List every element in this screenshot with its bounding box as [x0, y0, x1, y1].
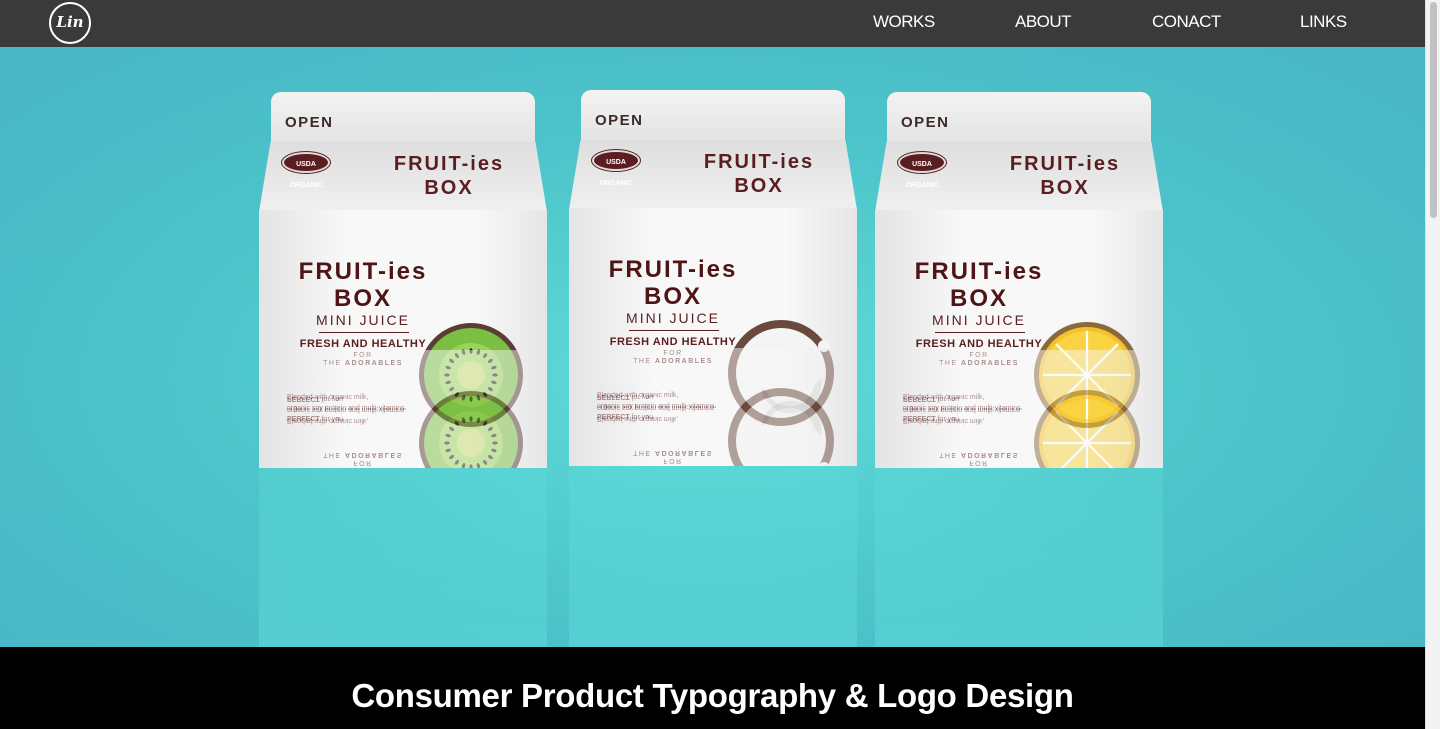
carton-reflection: OPEN USDA ORGANIC FRUIT-ies BOX FRUIT-ie…: [569, 226, 857, 466]
reflected-adorables-bold: ADORABLES: [961, 451, 1019, 458]
juice-carton-2: OPEN USDA ORGANIC FRUIT-ies BOX FRUIT-ie…: [569, 90, 857, 647]
caption-bar: Consumer Product Typography & Logo Desig…: [0, 647, 1425, 729]
reflection-fade: [875, 468, 1163, 647]
brand-top-line: FRUIT-ies: [393, 153, 505, 175]
reflected-coconut-icon: [728, 388, 834, 466]
reflected-desc-line-3: PERFECT for you.: [903, 393, 1053, 404]
reflected-desc-line-1: Blended with organic milk,: [903, 417, 985, 424]
reflected-desc-bold: PERFECT: [287, 395, 320, 402]
brand-bottom-line: BOX: [1040, 177, 1090, 199]
brand-bottom-line: BOX: [734, 175, 784, 197]
hero-product-image: OPEN USDA ORGANIC FRUIT-ies BOX FRUIT-ie…: [0, 47, 1425, 647]
top-navbar: Lin WORKS ABOUT CONACT LINKS: [0, 0, 1425, 47]
reflected-desc-line-2: organic soy protein and multi-vitamins.: [287, 406, 407, 413]
carton-open-label: OPEN: [285, 114, 334, 131]
reflected-kiwi-icon: [419, 391, 523, 468]
logo-link[interactable]: Lin: [49, 2, 91, 44]
project-caption: Consumer Product Typography & Logo Desig…: [351, 677, 1074, 714]
nav-link-works[interactable]: WORKS: [873, 12, 935, 32]
brand-top-line: FRUIT-ies: [703, 151, 815, 173]
carton-brand-top: FRUIT-ies BOX: [995, 152, 1135, 200]
usda-organic-seal-icon: USDA ORGANIC: [898, 152, 946, 189]
carton-open-label: OPEN: [901, 114, 950, 131]
reflected-desc-bold: PERFECT: [903, 395, 936, 402]
reflected-lemon-icon: [1034, 390, 1140, 468]
carton-brand-top: FRUIT-ies BOX: [379, 152, 519, 200]
nav-link-about[interactable]: ABOUT: [1015, 12, 1072, 32]
carton-reflection: OPEN USDA ORGANIC FRUIT-ies BOX FRUIT-ie…: [259, 228, 547, 468]
reflected-adorables-bold: ADORABLES: [655, 449, 713, 456]
nav-link-contact[interactable]: CONACT: [1152, 12, 1221, 32]
carton-reflection: OPEN USDA ORGANIC FRUIT-ies BOX FRUIT-ie…: [875, 228, 1163, 468]
juice-carton-1: OPEN USDA ORGANIC FRUIT-ies BOX FRUIT-ie…: [259, 92, 547, 647]
reflected-desc-tail: for you.: [629, 393, 655, 400]
usda-organic-seal-icon: USDA ORGANIC: [592, 150, 640, 187]
reflected-desc-tail: for you.: [935, 395, 961, 402]
scrollbar-thumb[interactable]: [1430, 2, 1437, 218]
reflected-adorables-bold: ADORABLES: [345, 451, 403, 458]
reflection-fade: [259, 468, 547, 647]
reflected-desc-line-1: Blended with organic milk,: [287, 417, 369, 424]
reflected-adorables-prefix: THE: [939, 451, 962, 458]
brand-bottom-line: BOX: [424, 177, 474, 199]
reflected-desc-line-2: organic soy protein and multi-vitamins.: [597, 404, 717, 411]
reflected-carton-description: Blended with organic milk, organic soy p…: [903, 393, 1053, 426]
carton-open-label: OPEN: [595, 112, 644, 129]
juice-carton-3: OPEN USDA ORGANIC FRUIT-ies BOX FRUIT-ie…: [875, 92, 1163, 647]
reflected-adorables-prefix: THE: [323, 451, 346, 458]
reflected-adorables-prefix: THE: [633, 449, 656, 456]
carton-brand-top: FRUIT-ies BOX: [689, 150, 829, 198]
reflected-desc-tail: for you.: [319, 395, 345, 402]
reflection-fade: [569, 466, 857, 647]
reflected-desc-line-3: PERFECT for you.: [597, 391, 747, 402]
reflected-carton-description: Blended with organic milk, organic soy p…: [597, 391, 747, 424]
page-scrollbar[interactable]: [1425, 0, 1440, 729]
reflected-desc-line-3: PERFECT for you.: [287, 393, 437, 404]
usda-organic-seal-icon: USDA ORGANIC: [282, 152, 330, 189]
reflected-desc-line-2: organic soy protein and multi-vitamins.: [903, 406, 1023, 413]
reflected-desc-line-1: Blended with organic milk,: [597, 415, 679, 422]
reflected-carton-description: Blended with organic milk, organic soy p…: [287, 393, 437, 426]
reflected-desc-bold: PERFECT: [597, 393, 630, 400]
nav-link-links[interactable]: LINKS: [1300, 12, 1347, 32]
brand-top-line: FRUIT-ies: [1009, 153, 1121, 175]
